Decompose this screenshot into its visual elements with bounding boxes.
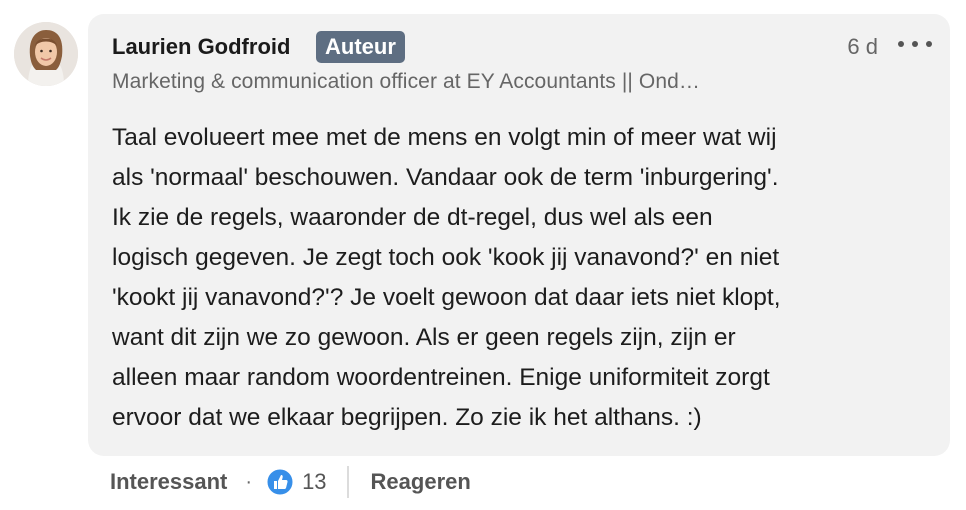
comment-line: want dit zijn we zo gewoon. Als er geen … — [112, 324, 736, 351]
more-dot — [912, 41, 918, 47]
reaction-count[interactable]: 13 — [302, 469, 326, 495]
author-headline: Marketing & communication officer at EY … — [112, 70, 700, 93]
author-badge: Auteur — [316, 31, 405, 63]
comment-line: logisch gegeven. Je zegt toch ook 'kook … — [112, 244, 780, 271]
comment-line: Ik zie de regels, waaronder de dt-regel,… — [112, 204, 713, 231]
comment-line: alleen maar random woordentreinen. Enige… — [112, 364, 770, 391]
separator-dot: · — [245, 470, 253, 493]
reply-button[interactable]: Reageren — [371, 469, 471, 495]
comment-timestamp: 6 d — [847, 34, 878, 59]
comment-actions: Interessant · 13 Reageren — [110, 464, 471, 500]
more-dot — [926, 41, 932, 47]
more-dot — [898, 41, 904, 47]
author-avatar[interactable] — [14, 22, 78, 86]
comment-line: als 'normaal' beschouwen. Vandaar ook de… — [112, 164, 779, 191]
comment-body: Taal evolueert mee met de mens en volgt … — [112, 118, 932, 438]
comment-line: ervoor dat we elkaar begrijpen. Zo zie i… — [112, 404, 702, 431]
more-horizontal-icon[interactable] — [898, 32, 932, 56]
like-icon[interactable] — [266, 468, 294, 496]
comment-line: Taal evolueert mee met de mens en volgt … — [112, 124, 777, 151]
comment-bubble: Laurien Godfroid Auteur 6 d Marketing & … — [88, 14, 950, 456]
author-name[interactable]: Laurien Godfroid — [112, 34, 290, 60]
reaction-button[interactable]: Interessant — [110, 469, 227, 495]
comment-line: 'kookt jij vanavond?'? Je voelt gewoon d… — [112, 284, 781, 311]
action-divider — [346, 466, 349, 498]
